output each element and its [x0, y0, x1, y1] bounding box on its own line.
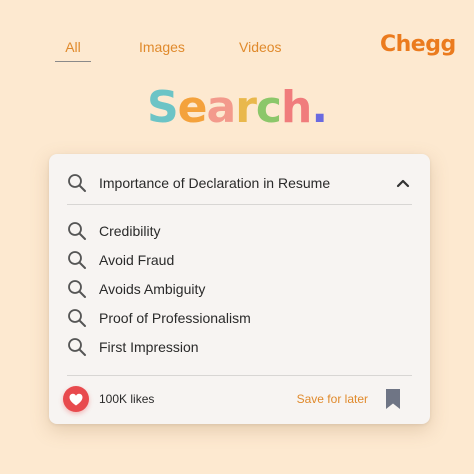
card-footer: 100K likes Save for later	[63, 386, 416, 416]
suggestion-text: First Impression	[99, 339, 199, 355]
suggestion-text: Credibility	[99, 223, 161, 239]
chevron-up-icon[interactable]	[394, 174, 412, 192]
suggestion-item[interactable]: Avoid Fraud	[67, 248, 412, 272]
suggestion-item[interactable]: First Impression	[67, 335, 412, 359]
heart-icon	[69, 393, 83, 405]
search-query-row[interactable]: Importance of Declaration in Resume	[67, 171, 412, 195]
search-query-text: Importance of Declaration in Resume	[99, 175, 331, 191]
hero-letter: c	[255, 82, 282, 133]
suggestion-item[interactable]: Proof of Professionalism	[67, 306, 412, 330]
hero-letter: e	[177, 82, 208, 133]
divider	[67, 375, 412, 376]
search-icon	[68, 280, 86, 298]
suggestion-item[interactable]: Avoids Ambiguity	[67, 277, 412, 301]
suggestion-text: Proof of Professionalism	[99, 310, 251, 326]
search-icon	[68, 338, 86, 356]
result-type-tabs: All Images Videos	[55, 36, 282, 62]
hero-letter: .	[311, 82, 328, 133]
like-button[interactable]	[63, 386, 89, 412]
divider	[67, 204, 412, 205]
suggestion-text: Avoids Ambiguity	[99, 281, 206, 297]
search-icon	[68, 174, 86, 192]
bookmark-icon[interactable]	[384, 388, 402, 410]
hero-letter: S	[146, 82, 179, 133]
hero-letter: a	[206, 82, 237, 133]
hero-letter: r	[235, 82, 257, 133]
chegg-logo[interactable]: Chegg	[380, 32, 456, 57]
suggestion-item[interactable]: Credibility	[67, 219, 412, 243]
save-for-later-link[interactable]: Save for later	[297, 392, 368, 406]
hero-letter: h	[281, 82, 312, 133]
search-icon	[68, 222, 86, 240]
tab-videos[interactable]: Videos	[239, 36, 282, 62]
likes-count: 100K likes	[99, 392, 155, 406]
suggestion-text: Avoid Fraud	[99, 252, 175, 268]
tab-images[interactable]: Images	[139, 36, 185, 62]
search-icon	[68, 309, 86, 327]
search-hero-title: Search.	[0, 82, 474, 133]
search-card: Importance of Declaration in Resume Cred…	[49, 154, 430, 424]
search-icon	[68, 251, 86, 269]
tab-all[interactable]: All	[55, 36, 91, 62]
